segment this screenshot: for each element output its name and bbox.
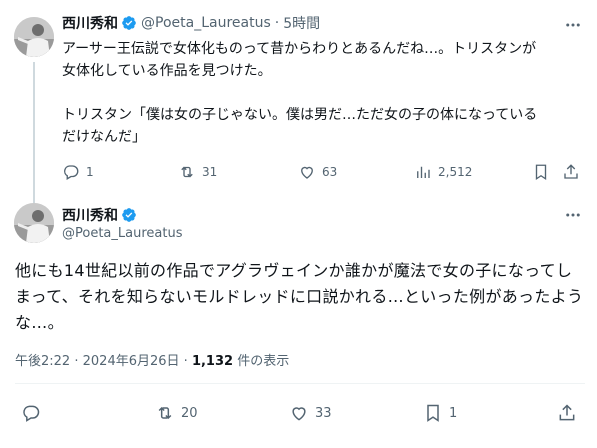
like-icon (292, 407, 306, 421)
avatar[interactable] (14, 17, 54, 57)
views-count: 1,132 (191, 354, 234, 369)
divider (15, 383, 585, 384)
author-handle[interactable]: @Poeta_Laureatus (62, 226, 182, 241)
views-icon (417, 166, 430, 178)
tweet-text: 他にも14世紀以前の作品でアグラヴェインか誰かが魔法で女の子になってしまって、そ… (15, 261, 584, 332)
views-label: 件の表示 (237, 354, 290, 369)
repost-icon (181, 166, 193, 178)
bookmark-icon (427, 404, 439, 422)
like-button[interactable]: 33 (289, 401, 332, 425)
separator-dot: · (274, 15, 280, 31)
tweet-meta: 午後2:22 · 2024年6月26日 · 1,132 件の表示 (15, 350, 289, 369)
reply-icon (64, 165, 79, 180)
repost-count: 31 (202, 165, 218, 179)
more-icon[interactable] (562, 204, 584, 226)
views-button[interactable]: 2,512 (414, 161, 472, 183)
tweet-time[interactable]: 5時間 (283, 13, 320, 33)
tweet-text: アーサー王伝説で女体化ものって昔からわりとあるんだね…。トリスタンが 女体化して… (62, 41, 538, 145)
author-handle[interactable]: @Poeta_Laureatus (141, 15, 271, 31)
bookmark-icon (535, 164, 547, 181)
reply-icon (23, 405, 40, 422)
tweet-actions: 1 31 63 2,512 (62, 161, 582, 183)
tweet-header: 西川秀和 (62, 205, 137, 225)
separator-dot: · (74, 354, 79, 369)
reply-count: 1 (86, 165, 94, 179)
share-icon (564, 164, 578, 179)
repost-button[interactable]: 20 (155, 401, 198, 425)
bookmark-button[interactable]: 1 (423, 401, 457, 425)
separator-dot: · (183, 354, 188, 369)
avatar[interactable] (14, 203, 54, 243)
bookmark-button[interactable] (532, 161, 556, 183)
share-icon (559, 404, 575, 421)
tweet-actions: 20 33 1 (15, 401, 585, 425)
tweet-header: 西川秀和 @Poeta_Laureatus · 5時間 (62, 14, 320, 32)
like-count: 63 (322, 165, 338, 179)
views-count: 2,512 (438, 165, 473, 179)
thread-connector-line (33, 62, 35, 204)
share-button[interactable] (562, 161, 586, 183)
reply-button[interactable] (21, 401, 47, 425)
tweet-date[interactable]: 2024年6月26日 (83, 354, 180, 369)
verified-badge-icon (121, 15, 137, 31)
verified-badge-icon (121, 207, 137, 223)
like-button[interactable]: 63 (298, 161, 337, 183)
like-count: 33 (315, 405, 332, 421)
tweet-time[interactable]: 午後2:22 (15, 354, 70, 369)
reply-button[interactable]: 1 (62, 161, 94, 183)
more-icon[interactable] (562, 14, 584, 36)
bookmark-count: 1 (449, 405, 458, 421)
repost-icon (158, 406, 172, 420)
like-icon (301, 166, 313, 179)
repost-button[interactable]: 31 (178, 161, 217, 183)
author-name[interactable]: 西川秀和 (62, 205, 118, 225)
author-name[interactable]: 西川秀和 (62, 13, 118, 33)
share-button[interactable] (557, 401, 583, 425)
repost-count: 20 (181, 405, 198, 421)
